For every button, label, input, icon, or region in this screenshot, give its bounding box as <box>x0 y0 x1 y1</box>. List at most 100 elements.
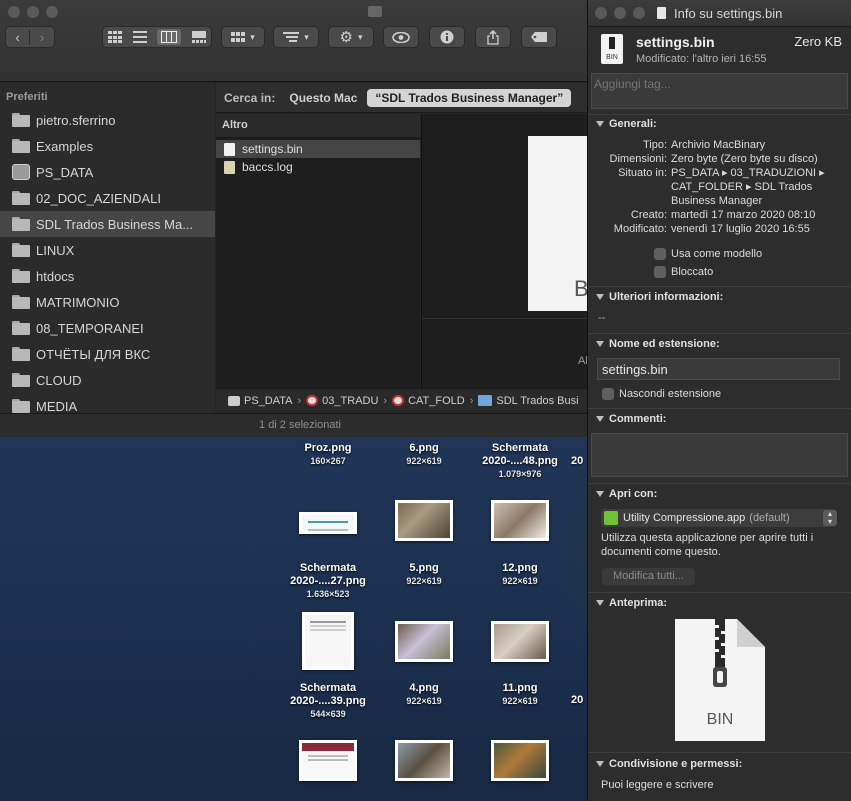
disclosure-triangle-icon <box>596 600 604 606</box>
folder-proxy-icon[interactable] <box>368 6 382 17</box>
zoom-button[interactable] <box>46 6 58 18</box>
section-preview[interactable]: Anteprima: <box>596 597 667 609</box>
finder-sidebar: Preferiti pietro.sferrino Examples PS_DATA… <box>0 83 215 414</box>
name-extension-field[interactable] <box>597 358 840 380</box>
group-by-button[interactable]: ▾ <box>221 26 265 48</box>
sidebar-item-linux[interactable]: LINUX <box>0 237 215 263</box>
preview-bin-icon: BIN <box>675 619 765 741</box>
minimize-button[interactable] <box>614 7 626 19</box>
section-title: Anteprima: <box>609 597 668 609</box>
section-name-extension[interactable]: Nome ed estensione: <box>596 338 720 350</box>
list-view-icon[interactable] <box>132 31 147 43</box>
folder-icon <box>12 243 30 257</box>
finder-toolbar: ‹ › ▾ ▾ ⚙ ▾ <box>0 0 600 82</box>
file-row-settings[interactable]: settings.bin <box>216 140 420 158</box>
zoom-button[interactable] <box>633 7 645 19</box>
sidebar-item-htdocs[interactable]: htdocs <box>0 263 215 289</box>
desktop-item-4[interactable]: 4.png 922×619 <box>384 682 464 708</box>
checkbox-box[interactable] <box>654 266 666 278</box>
thumbnail-row4-a[interactable] <box>299 740 357 781</box>
section-general[interactable]: Generali: <box>596 118 657 130</box>
desktop-item-proz[interactable]: Proz.png 160×267 <box>288 442 368 468</box>
desktop-item-size: 922×619 <box>406 696 442 706</box>
icon-view-icon[interactable] <box>108 31 123 43</box>
thumbnail-row4-c[interactable] <box>491 740 549 781</box>
quick-look-button[interactable] <box>383 26 419 48</box>
get-info-button[interactable] <box>429 26 465 48</box>
open-with-app-name: Utility Compressione.app <box>623 512 746 524</box>
section-title: Ulteriori informazioni: <box>609 291 724 303</box>
sidebar-item-pietro-sferrino[interactable]: pietro.sferrino <box>0 107 215 133</box>
thumbnail-5[interactable] <box>395 500 453 541</box>
tags-input[interactable] <box>591 73 848 109</box>
folder-icon <box>12 321 30 335</box>
sidebar-item-cloud[interactable]: CLOUD <box>0 367 215 393</box>
view-mode-control[interactable] <box>102 26 212 48</box>
section-open-with[interactable]: Apri con: <box>596 488 657 500</box>
desktop-item-6[interactable]: 6.png 922×619 <box>384 442 464 468</box>
template-checkbox[interactable]: Usa come modello <box>654 248 762 260</box>
sort-button[interactable]: ▾ <box>273 26 319 48</box>
disk-icon <box>228 395 240 406</box>
search-scope-this-mac[interactable]: Questo Mac <box>289 91 357 105</box>
chevron-left-icon[interactable]: ‹ <box>6 29 31 45</box>
back-forward-control[interactable]: ‹ › <box>5 26 55 48</box>
column-view-icon[interactable] <box>157 29 182 45</box>
path-item-sdl-trados[interactable]: SDL Trados Busi <box>496 395 578 407</box>
thumbnail-11[interactable] <box>491 621 549 662</box>
desktop-item-5[interactable]: 5.png 922×619 <box>384 562 464 588</box>
folder-icon <box>12 347 30 361</box>
sidebar-item-label: pietro.sferrino <box>36 112 116 128</box>
section-sharing[interactable]: Condivisione e permessi: <box>596 758 742 770</box>
general-key: Creato: <box>630 209 667 221</box>
share-button[interactable] <box>475 26 511 48</box>
thumbnail-row4-b[interactable] <box>395 740 453 781</box>
section-more-info[interactable]: Ulteriori informazioni: <box>596 291 723 303</box>
sidebar-item-[interactable]: ОТЧЁТЫ ДЛЯ ВКС <box>0 341 215 367</box>
icon-label: BIN <box>606 54 618 61</box>
divider <box>588 408 851 409</box>
disclosure-triangle-icon <box>596 416 604 422</box>
close-button[interactable] <box>595 7 607 19</box>
path-item-ps-data[interactable]: PS_DATA <box>244 395 293 407</box>
desktop-item-schermata-27[interactable]: Schermata 2020-....27.png 1.636×523 <box>284 562 372 601</box>
desktop-item-12[interactable]: 12.png 922×619 <box>480 562 560 588</box>
open-with-select[interactable]: Utility Compressione.app (default) ▴ ▾ <box>601 509 837 527</box>
sidebar-item-examples[interactable]: Examples <box>0 133 215 159</box>
gallery-view-icon[interactable] <box>191 31 206 43</box>
sidebar-item-label: htdocs <box>36 268 75 284</box>
locked-checkbox[interactable]: Bloccato <box>654 266 713 278</box>
desktop-item-schermata-39[interactable]: Schermata 2020-....39.png 544×639 <box>284 682 372 721</box>
file-row-baccs[interactable]: baccs.log <box>216 158 420 176</box>
sidebar-item-02-doc-aziendali[interactable]: 02_DOC_AZIENDALI <box>0 185 215 211</box>
sidebar-item-label: 02_DOC_AZIENDALI <box>36 190 161 206</box>
hide-extension-checkbox[interactable]: Nascondi estensione <box>602 388 721 400</box>
thumbnail-12[interactable] <box>491 500 549 541</box>
change-all-button[interactable]: Modifica tutti... <box>602 568 695 585</box>
path-item-cat-folder[interactable]: CAT_FOLD <box>408 395 465 407</box>
path-item-traduzioni[interactable]: 03_TRADU <box>322 395 378 407</box>
checkbox-box[interactable] <box>654 248 666 260</box>
desktop-item-11[interactable]: 11.png 922×619 <box>480 682 560 708</box>
search-scope-folder[interactable]: “SDL Trados Business Manager” <box>367 88 572 107</box>
checkbox-box[interactable] <box>602 388 614 400</box>
thumbnail-schermata-27[interactable] <box>299 512 357 534</box>
sidebar-item-sdl-trados-business-ma[interactable]: SDL Trados Business Ma... <box>0 211 215 237</box>
comments-textarea[interactable] <box>591 433 848 477</box>
thumbnail-schermata-39[interactable] <box>302 612 354 670</box>
chevron-right-icon[interactable]: › <box>30 30 54 45</box>
close-button[interactable] <box>8 6 20 18</box>
thumbnail-4[interactable] <box>395 621 453 662</box>
minimize-button[interactable] <box>27 6 39 18</box>
sidebar-item-matrimonio[interactable]: MATRIMONIO <box>0 289 215 315</box>
action-button[interactable]: ⚙ ▾ <box>328 26 374 48</box>
tags-button[interactable] <box>521 26 557 48</box>
document-icon <box>657 7 666 19</box>
info-file-size: Zero KB <box>794 34 842 49</box>
sidebar-item-08-temporanei[interactable]: 08_TEMPORANEI <box>0 315 215 341</box>
document-icon <box>224 142 235 156</box>
section-comments[interactable]: Commenti: <box>596 413 666 425</box>
checkbox-label: Nascondi estensione <box>619 388 722 400</box>
desktop-item-schermata-48[interactable]: Schermata 2020-....48.png 1.079×976 <box>474 442 566 481</box>
sidebar-item-ps-data[interactable]: PS_DATA <box>0 159 215 185</box>
